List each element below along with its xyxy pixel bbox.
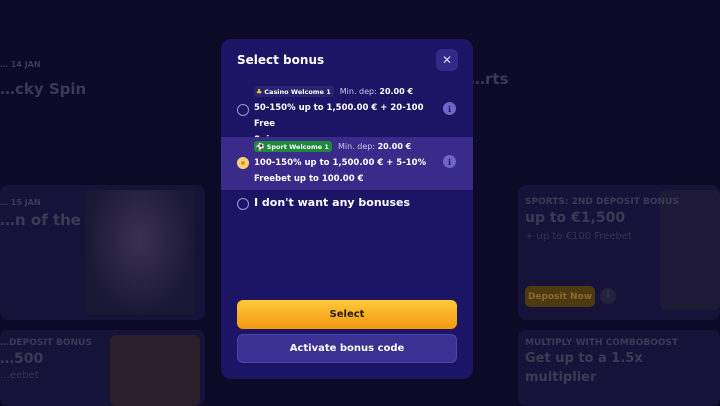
bg-info-icon[interactable]: i [600,288,616,304]
bg-bottom-image [110,335,200,406]
casino-min-dep: Min. dep: 20.00 € [340,87,413,96]
bg-bottom-amount: …500 [0,351,44,367]
sport-desc-line1: 100-150% up to 1,500.00 € + 5-10% [254,158,427,168]
bg-promo-image [85,190,195,315]
casino-welcome-badge: ♣ Casino Welcome 1 [254,86,334,97]
sport-bonus-description: 100-150% up to 1,500.00 € + 5-10% Freebe… [254,155,429,187]
radio-sport[interactable] [237,157,249,169]
casino-desc-line1: 50-150% up to 1,500.00 € + 20-100 Free [254,103,424,129]
bg-sports-sub: + up to €100 Freebet [525,231,632,242]
bg-date-2: … 15 JAN [0,198,41,207]
select-bonus-modal: Select bonus ✕ ♣ Casino Welcome 1 Min. d… [221,39,473,379]
sport-info-icon[interactable]: i [443,155,456,168]
close-button[interactable]: ✕ [436,49,458,71]
casino-min-dep-value: 20.00 € [379,87,414,96]
bg-combo-line1: Get up to a 1.5x [525,351,643,366]
radio-no-bonus[interactable] [237,198,249,210]
sport-welcome-badge: ⚽ Sport Welcome 1 [254,141,332,152]
no-bonus-label: I don't want any bonuses [254,196,411,209]
casino-min-dep-label: Min. dep: [339,87,377,96]
sport-min-dep: Min. dep: 20.00 € [338,142,411,151]
bg-sports-heading: SPORTS: 2ND DEPOSIT BONUS [525,197,679,207]
sport-desc-line2: Freebet up to 100.00 € [254,174,364,184]
radio-casino[interactable] [237,104,249,116]
bonus-option-sport-content: ⚽ Sport Welcome 1 Min. dep: 20.00 € 100-… [254,140,429,187]
bg-bottom-heading: …DEPOSIT BONUS [0,338,92,348]
activate-bonus-code-button[interactable]: Activate bonus code [237,334,457,363]
sport-badge-label: Sport Welcome 1 [266,142,329,151]
soccer-ball-icon: ⚽ [256,142,265,151]
bonus-option-sport[interactable]: ⚽ Sport Welcome 1 Min. dep: 20.00 € 100-… [221,137,473,190]
bg-bottom-sub: …eebet [0,370,39,381]
bg-deposit-now-button[interactable]: Deposit Now [525,286,595,307]
bg-promo-title-2[interactable]: …rts [470,70,509,88]
sport-min-dep-label: Min. dep: [337,142,376,151]
cherry-icon: ♣ [256,87,263,96]
bonus-option-none[interactable]: I don't want any bonuses [221,191,473,217]
bg-date-1: … 14 JAN [0,60,41,69]
casino-badge-label: Casino Welcome 1 [264,87,331,96]
close-icon: ✕ [441,53,453,67]
sport-min-dep-value: 20.00 € [377,142,412,151]
bg-combo-heading: MULTIPLY WITH COMBOBOOST [525,338,679,348]
casino-info-icon[interactable]: i [443,102,456,115]
bg-sports-amount: up to €1,500 [525,210,626,226]
bonus-option-casino[interactable]: ♣ Casino Welcome 1 Min. dep: 20.00 € 50-… [221,81,473,145]
bg-sports-image [660,190,720,310]
bg-promo-title-3[interactable]: …n of the [0,211,81,229]
bg-promo-title-1[interactable]: …cky Spin [0,80,86,98]
bg-combo-line2: multiplier [525,370,597,385]
modal-title: Select bonus [237,53,325,67]
select-button[interactable]: Select [237,300,457,329]
